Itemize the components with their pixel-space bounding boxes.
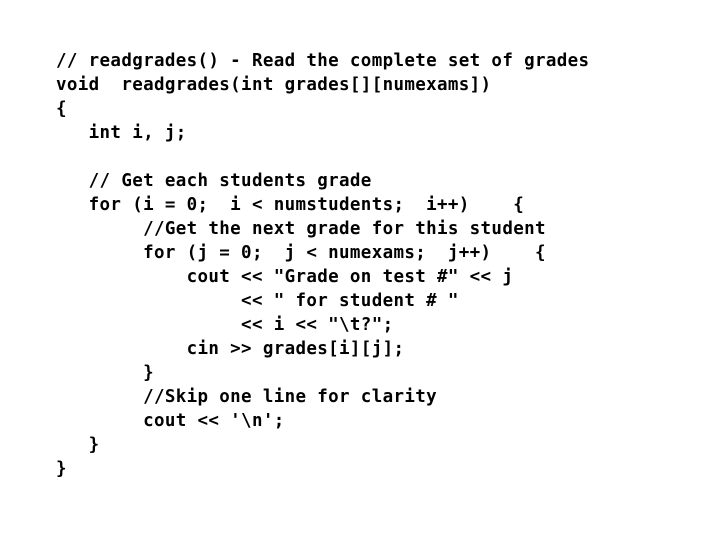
code-line: << " for student # " — [56, 291, 459, 311]
code-line: } — [56, 459, 67, 479]
code-line: // readgrades() - Read the complete set … — [56, 51, 590, 71]
code-line: cin >> grades[i][j]; — [56, 339, 405, 359]
code-listing: // readgrades() - Read the complete set … — [56, 49, 696, 481]
code-line: void readgrades(int grades[][numexams]) — [56, 75, 492, 95]
code-line: // Get each students grade — [56, 171, 372, 191]
code-line: //Get the next grade for this student — [56, 219, 546, 239]
code-line: } — [56, 435, 100, 455]
code-line: } — [56, 363, 154, 383]
code-line: { — [56, 99, 67, 119]
code-line: int i, j; — [56, 123, 187, 143]
code-line: for (j = 0; j < numexams; j++) { — [56, 243, 546, 263]
code-line: << i << "\t?"; — [56, 315, 394, 335]
code-line: //Skip one line for clarity — [56, 387, 438, 407]
code-line: for (i = 0; i < numstudents; i++) { — [56, 195, 525, 215]
code-line: cout << '\n'; — [56, 411, 285, 431]
code-line: cout << "Grade on test #" << j — [56, 267, 514, 287]
slide-canvas: // readgrades() - Read the complete set … — [0, 0, 720, 540]
